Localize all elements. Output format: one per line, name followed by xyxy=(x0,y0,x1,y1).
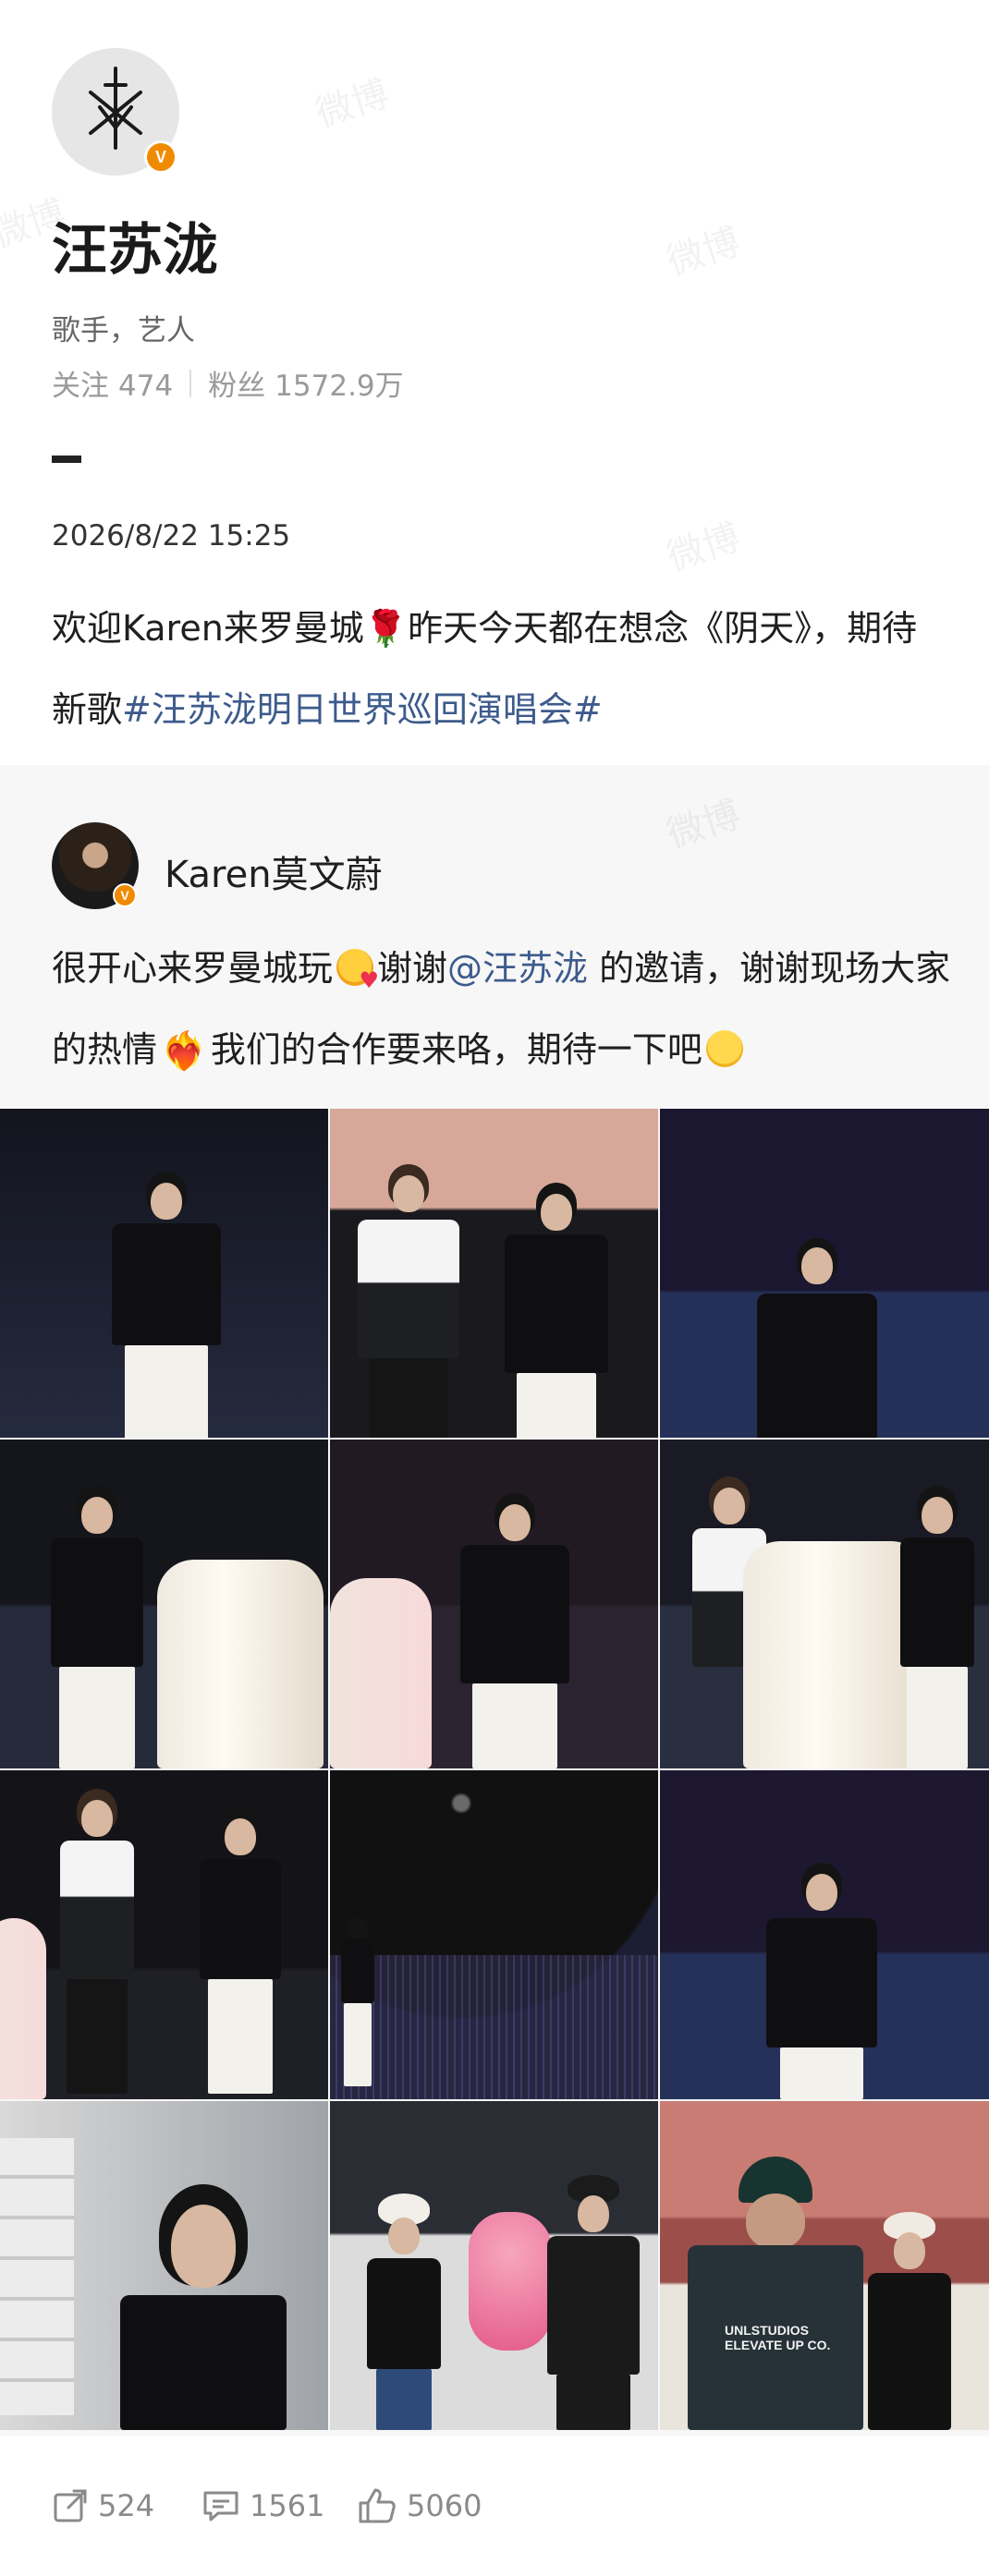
photo-2-duo-on-stage[interactable] xyxy=(330,1109,658,1438)
mention-link[interactable]: @汪苏泷 xyxy=(447,948,588,989)
photo-12-rehearsal-backstage[interactable]: UNLSTUDIOS ELEVATE UP CO. xyxy=(660,2101,989,2430)
reposted-weibo[interactable]: V Karen莫文蔚 很开心来罗曼城玩谢谢@汪苏泷 的邀请，谢谢现场大家的热情❤… xyxy=(0,765,989,2436)
following-count: 474 xyxy=(118,370,174,403)
thumbs-up-icon xyxy=(359,2488,396,2523)
repost-avatar[interactable]: V xyxy=(52,822,139,909)
divider xyxy=(189,369,192,397)
photo-grid: UNLSTUDIOS ELEVATE UP CO. xyxy=(0,1109,989,2430)
performer-figure xyxy=(111,2184,296,2430)
photo-6-duo-with-piano[interactable] xyxy=(660,1440,989,1768)
photo-8-stadium-wide[interactable] xyxy=(330,1770,658,2099)
avatar[interactable]: V xyxy=(52,48,179,176)
performer-figure xyxy=(854,2212,965,2430)
followers-stat[interactable]: 粉丝 1572.9万 xyxy=(208,362,403,404)
performer-figure xyxy=(330,1918,385,2094)
performer-figure xyxy=(37,1476,157,1768)
rose-emoji-icon: 🌹 xyxy=(363,608,409,649)
performer-figure xyxy=(339,1164,478,1438)
verified-badge-icon: V xyxy=(144,140,177,174)
photo-11-rehearsal-gift[interactable] xyxy=(330,2101,658,2430)
profile-stats: 关注 474 粉丝 1572.9万 xyxy=(52,362,404,404)
following-stat[interactable]: 关注 474 xyxy=(52,362,173,404)
hashtag-link[interactable]: #汪苏泷明日世界巡回演唱会# xyxy=(122,689,603,730)
performer-figure xyxy=(533,2175,653,2430)
post-text-part: 欢迎Karen来罗曼城 xyxy=(52,608,364,649)
photo-9-karen-singing-waving[interactable] xyxy=(660,1770,989,2099)
draped-piano xyxy=(157,1560,324,1768)
following-label: 关注 xyxy=(52,370,109,403)
post-actions-bar: 524 1561 5060 xyxy=(0,2436,989,2576)
performer-figure xyxy=(348,2193,459,2430)
comment-icon xyxy=(203,2491,238,2521)
performer-figure xyxy=(185,1807,296,2094)
performer-figure xyxy=(92,1164,240,1438)
photo-1-karen-pointing[interactable] xyxy=(0,1109,328,1438)
comment-button[interactable]: 1561 xyxy=(201,2487,324,2524)
performer-figure xyxy=(891,1486,983,1768)
performer-figure xyxy=(46,1789,148,2094)
performer-figure xyxy=(734,1210,900,1438)
share-button[interactable]: 524 xyxy=(52,2487,154,2524)
post-timestamp: 2026/8/22 15:25 xyxy=(52,519,291,553)
like-count: 5060 xyxy=(407,2488,482,2523)
repost-text-part: 很开心来罗曼城玩 xyxy=(52,948,334,989)
verified-badge-icon: V xyxy=(113,883,137,907)
profile-header: V 汪苏泷 歌手，艺人 关注 474 粉丝 1572.9万 2026/8/22 15… xyxy=(0,0,989,765)
comment-count: 1561 xyxy=(250,2488,325,2523)
followers-count: 1572.9万 xyxy=(275,370,404,403)
performer-figure xyxy=(441,1486,589,1768)
post-text: 欢迎Karen来罗曼城🌹昨天今天都在想念《阴天》，期待新歌#汪苏泷明日世界巡回演… xyxy=(52,588,939,750)
photo-5-karen-waving-by-piano[interactable] xyxy=(330,1440,658,1768)
repost-text-part: 我们的合作要来咯，期待一下吧 xyxy=(210,1029,702,1070)
smiling-face-with-hearts-icon xyxy=(336,940,379,1021)
smirk-emoji-icon xyxy=(705,1030,743,1067)
section-marker xyxy=(52,456,81,463)
repost-text-part: 谢谢 xyxy=(377,948,448,989)
like-button[interactable]: 5060 xyxy=(357,2486,482,2525)
heart-on-fire-icon: ❤‍🔥 xyxy=(161,1030,207,1073)
repost-text: 很开心来罗曼城玩谢谢@汪苏泷 的邀请，谢谢现场大家的热情❤‍🔥我们的合作要来咯，… xyxy=(52,928,958,1092)
shelf xyxy=(0,2138,74,2415)
photo-3-karen-waving[interactable] xyxy=(660,1109,989,1438)
photo-7-duo-talking[interactable] xyxy=(0,1770,328,2099)
repost-author-name[interactable]: Karen莫文蔚 xyxy=(165,844,383,898)
photo-10-karen-portrait[interactable] xyxy=(0,2101,328,2430)
cap-text: UNLSTUDIOS ELEVATE UP CO. xyxy=(725,2323,831,2352)
profile-name: 汪苏泷 xyxy=(52,218,218,283)
share-icon xyxy=(54,2489,87,2522)
draped-piano xyxy=(0,1918,46,2099)
profile-bio: 歌手，艺人 xyxy=(52,314,195,347)
share-count: 524 xyxy=(98,2488,155,2523)
followers-label: 粉丝 xyxy=(208,370,266,403)
draped-piano xyxy=(330,1578,432,1768)
performer-figure: UNLSTUDIOS ELEVATE UP CO. xyxy=(688,2157,863,2430)
performer-figure xyxy=(743,1826,900,2099)
photo-4-duo-with-piano[interactable] xyxy=(0,1440,328,1768)
performer-figure xyxy=(487,1183,626,1438)
